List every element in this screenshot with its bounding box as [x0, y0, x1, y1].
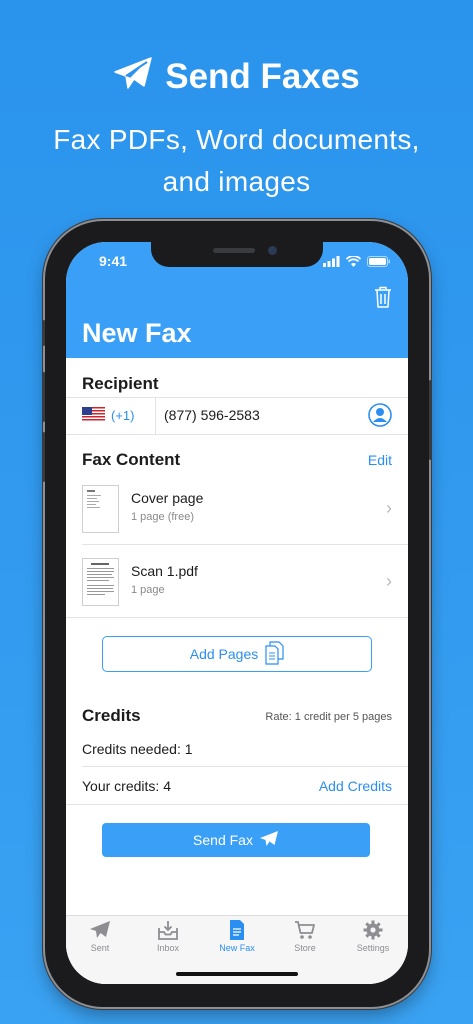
- trash-icon[interactable]: [374, 286, 392, 313]
- tab-label: Sent: [90, 943, 110, 953]
- country-code[interactable]: (+1): [111, 408, 134, 423]
- send-fax-button[interactable]: Send Fax: [102, 823, 370, 857]
- paper-plane-icon: [113, 56, 153, 99]
- tab-label: Store: [294, 943, 316, 953]
- home-indicator: [176, 972, 298, 976]
- tab-store[interactable]: Store: [271, 920, 339, 953]
- promo-header: Send Faxes Fax PDFs, Word documents, and…: [0, 52, 473, 203]
- cart-icon: [271, 920, 339, 940]
- recipient-heading: Recipient: [82, 374, 159, 393]
- divider: [66, 617, 408, 618]
- phone-number-field[interactable]: (877) 596-2583: [164, 407, 260, 423]
- add-credits-button[interactable]: Add Credits: [319, 778, 392, 794]
- your-credits: Your credits: 4: [82, 778, 171, 794]
- phone-button: [42, 432, 45, 482]
- speaker: [213, 248, 255, 253]
- fax-content-heading: Fax Content: [82, 450, 181, 469]
- credit-rate: Rate: 1 credit per 5 pages: [265, 711, 392, 723]
- gear-icon: [339, 920, 407, 940]
- add-pages-button[interactable]: Add Pages: [102, 636, 372, 672]
- tab-label: New Fax: [219, 943, 255, 953]
- paper-plane-icon: [66, 920, 134, 940]
- page-title: New Fax: [82, 318, 192, 348]
- tab-label: Settings: [356, 943, 390, 953]
- phone-button: [42, 372, 45, 422]
- document-thumbnail: [82, 558, 119, 606]
- document-pages: 1 page (free): [131, 511, 194, 523]
- phone-button: [429, 380, 432, 460]
- camera: [268, 246, 277, 255]
- credits-needed: Credits needed: 1: [82, 741, 193, 757]
- phone-button: [42, 320, 45, 346]
- send-fax-label: Send Fax: [193, 832, 253, 848]
- inbox-icon: [134, 920, 202, 940]
- edit-button[interactable]: Edit: [368, 452, 392, 468]
- document-pages: 1 page: [131, 584, 165, 596]
- divider: [82, 766, 408, 767]
- status-icons: [323, 254, 391, 272]
- chevron-right-icon: ›: [386, 498, 392, 518]
- tab-label: Inbox: [156, 943, 180, 953]
- divider: [66, 397, 408, 398]
- tab-sent[interactable]: Sent: [66, 920, 134, 953]
- document-name: Scan 1.pdf: [131, 563, 198, 579]
- paper-plane-icon: [259, 830, 279, 850]
- signal-icon: [323, 254, 340, 272]
- notch: [151, 242, 323, 267]
- promo-subtitle-line1: Fax PDFs, Word documents,: [53, 124, 420, 155]
- document-name: Cover page: [131, 490, 204, 506]
- add-pages-label: Add Pages: [189, 646, 259, 662]
- tab-inbox[interactable]: Inbox: [134, 920, 202, 953]
- phone-screen: 9:41 New Fax Recipient (+1) (877) 596-25…: [66, 242, 408, 984]
- divider: [66, 434, 408, 435]
- credits-heading: Credits: [82, 706, 141, 725]
- document-thumbnail: [82, 485, 119, 533]
- document-icon: [203, 920, 271, 940]
- contact-icon[interactable]: [368, 403, 392, 432]
- wifi-icon: [345, 254, 362, 272]
- us-flag-icon[interactable]: [82, 407, 105, 427]
- divider: [82, 544, 408, 545]
- pages-icon: [264, 640, 284, 668]
- promo-subtitle: Fax PDFs, Word documents, and images: [0, 119, 473, 203]
- promo-title: Send Faxes: [165, 57, 360, 96]
- divider: [155, 397, 156, 434]
- divider: [66, 804, 408, 805]
- promo-title-row: Send Faxes: [0, 52, 473, 102]
- tab-settings[interactable]: Settings: [339, 920, 407, 953]
- tab-new-fax[interactable]: New Fax: [203, 920, 271, 953]
- promo-subtitle-line2: and images: [162, 166, 311, 197]
- status-time: 9:41: [99, 253, 128, 269]
- battery-icon: [367, 254, 391, 272]
- chevron-right-icon: ›: [386, 571, 392, 591]
